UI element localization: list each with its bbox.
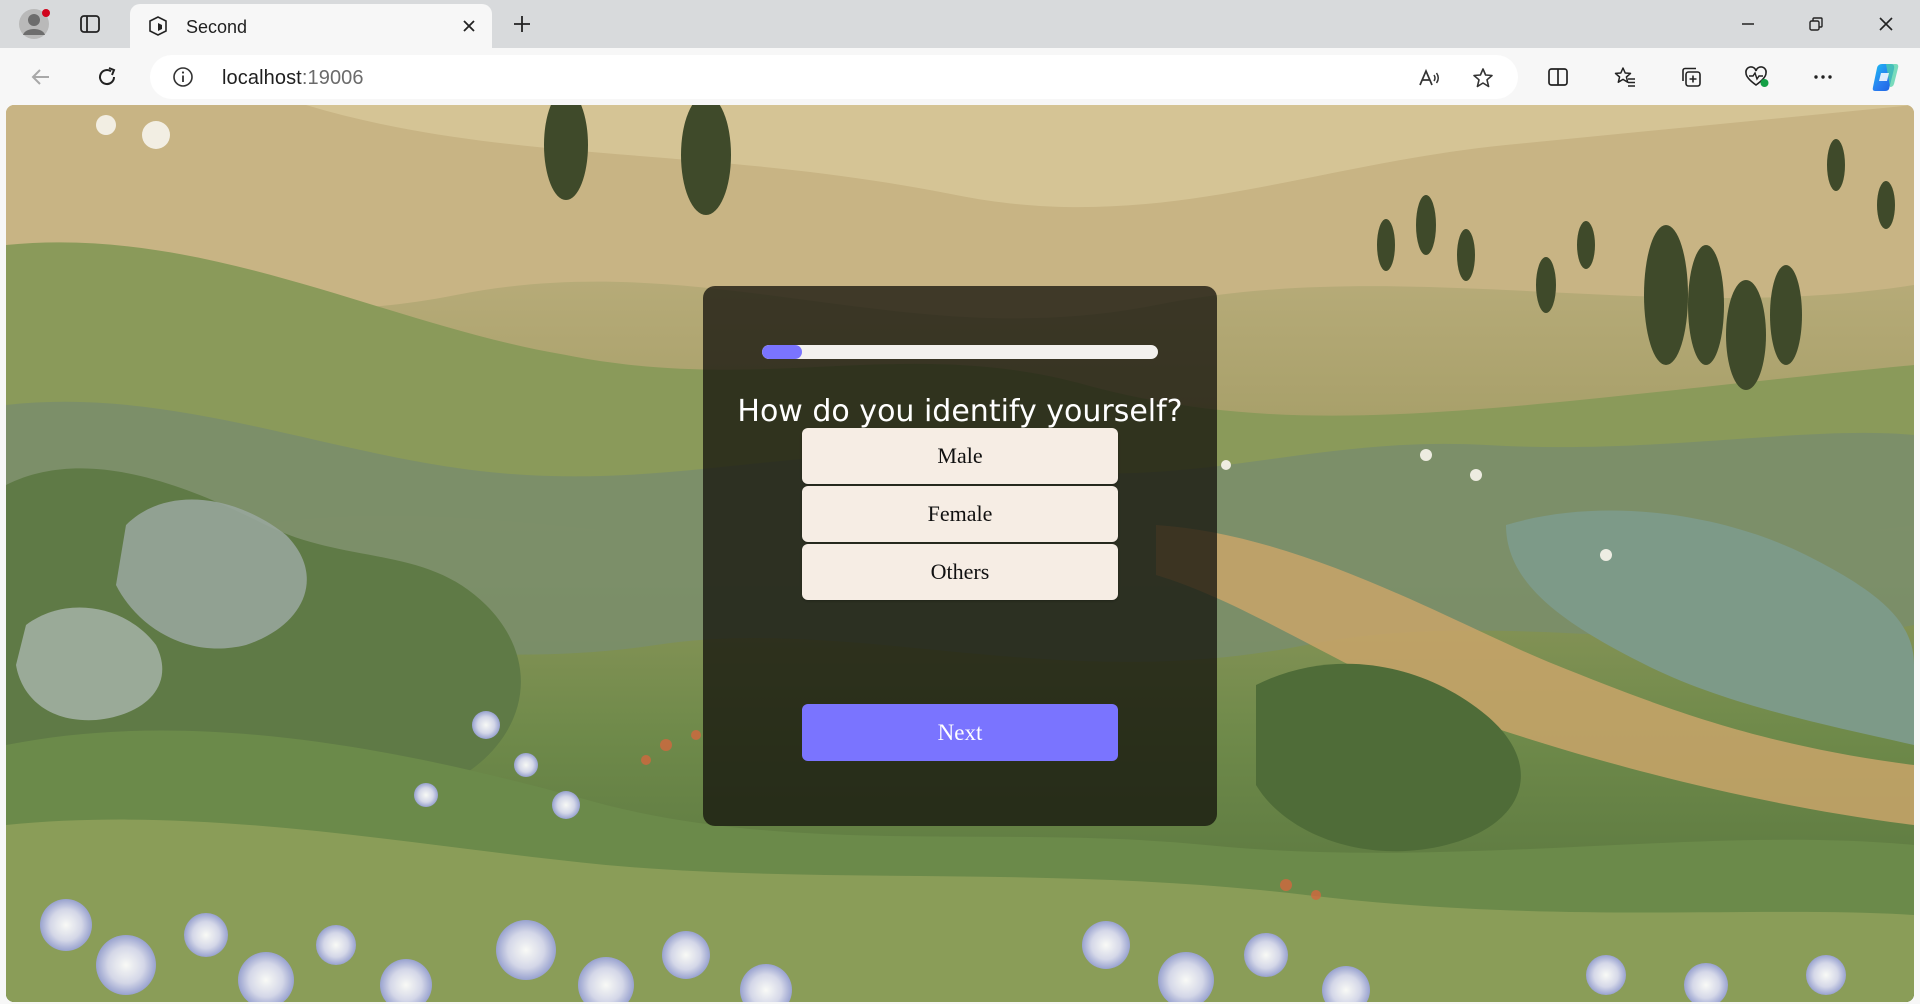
restore-icon[interactable]: [1796, 8, 1836, 40]
progress-bar: [762, 345, 1158, 359]
close-window-icon[interactable]: [1866, 8, 1906, 40]
quiz-card: How do you identify yourself? Male Femal…: [703, 286, 1217, 826]
option-female-button[interactable]: Female: [802, 486, 1118, 542]
close-icon[interactable]: [458, 15, 480, 37]
plus-icon[interactable]: [508, 10, 536, 38]
page-viewport: How do you identify yourself? Male Femal…: [6, 105, 1914, 1002]
tab-title: Second: [186, 17, 248, 37]
address-url[interactable]: localhost:19006: [222, 67, 364, 90]
info-icon[interactable]: [172, 66, 194, 88]
question-heading: How do you identify yourself?: [737, 394, 1183, 429]
back-arrow-icon[interactable]: [24, 60, 58, 94]
minimize-icon[interactable]: [1728, 8, 1768, 40]
tab-actions-icon[interactable]: [76, 10, 104, 38]
address-port: :19006: [301, 67, 364, 89]
expo-favicon-icon: [146, 14, 170, 38]
next-button[interactable]: Next: [802, 704, 1118, 761]
option-male-button[interactable]: Male: [802, 428, 1118, 484]
read-aloud-icon[interactable]: [1416, 65, 1442, 91]
progress-bar-fill: [762, 345, 802, 359]
browser-essentials-icon[interactable]: [1740, 60, 1774, 94]
star-icon[interactable]: [1470, 65, 1496, 91]
collections-icon[interactable]: [1674, 60, 1708, 94]
split-screen-icon[interactable]: [1541, 60, 1575, 94]
favorites-icon[interactable]: [1608, 60, 1642, 94]
tab-second[interactable]: Second: [130, 4, 492, 48]
profile-avatar-icon[interactable]: [18, 8, 50, 40]
refresh-icon[interactable]: [90, 60, 124, 94]
browser-tab-strip: Second: [0, 0, 1920, 48]
address-bar[interactable]: localhost:19006: [150, 55, 1518, 99]
copilot-icon[interactable]: [1868, 60, 1902, 94]
browser-toolbar: localhost:19006: [0, 48, 1920, 104]
option-others-button[interactable]: Others: [802, 544, 1118, 600]
address-host: localhost: [222, 67, 302, 89]
more-icon[interactable]: [1806, 60, 1840, 94]
